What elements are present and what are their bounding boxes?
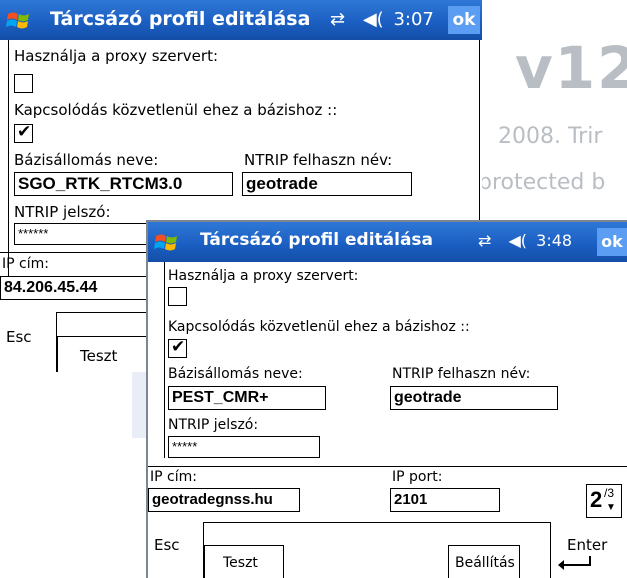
back-ntrip-user-field[interactable]: geotrade — [242, 172, 412, 196]
front-station-label: Bázisállomás neve: — [168, 366, 303, 382]
front-ntrip-user-field[interactable]: geotrade — [390, 386, 558, 410]
back-status-area: ⇄ ◀( 3:07 — [330, 9, 434, 30]
front-page-total: /3 — [604, 486, 615, 500]
front-title-bar: Tárcsázó profil editálása ⇄ ◀( 3:48 ok — [148, 222, 627, 262]
enter-arrow-icon — [557, 555, 591, 578]
back-direct-checkbox[interactable]: ✔ — [14, 122, 33, 143]
front-ip-field[interactable]: geotradegnss.hu — [148, 488, 300, 512]
front-ntrip-user-label: NTRIP felhaszn név: — [392, 366, 531, 382]
front-direct-checkbox[interactable]: ✔ — [168, 337, 187, 358]
back-ntrip-pass-field[interactable]: ****** — [14, 223, 154, 245]
back-ntrip-user-label: NTRIP felhaszn név: — [244, 151, 393, 169]
back-esc-tab[interactable]: Esc — [0, 312, 57, 372]
front-page-current: 2 — [590, 487, 603, 512]
back-direct-label: Kapcsolódás közvetlenül ehez a bázishoz … — [14, 101, 338, 119]
windows-flag-icon[interactable] — [154, 230, 180, 261]
front-status-area: ⇄ ◀( 3:48 — [478, 231, 572, 250]
back-ip-field[interactable]: 84.206.45.44 — [0, 276, 150, 300]
back-window-title: Tárcsázó profil editálása — [50, 8, 311, 30]
front-ok-button[interactable]: ok — [597, 228, 627, 256]
check-icon: ✔ — [17, 122, 32, 141]
back-title-bar: Tárcsázó profil editálása ⇄ ◀( 3:07 ok — [0, 0, 482, 40]
front-settings-button[interactable]: Beállítás — [448, 545, 520, 578]
front-ip-label: IP cím: — [150, 469, 197, 485]
front-port-field[interactable]: 2101 — [390, 488, 500, 512]
front-esc-label: Esc — [154, 536, 180, 554]
front-ntrip-pass-field[interactable]: ***** — [168, 436, 320, 458]
back-test-label: Teszt — [80, 347, 118, 365]
background-copyright-text: 2008. Trir — [498, 124, 603, 149]
front-test-label: Teszt — [223, 555, 258, 571]
check-icon: ✔ — [171, 337, 186, 356]
speaker-icon[interactable]: ◀( — [363, 9, 384, 30]
back-esc-label: Esc — [6, 328, 32, 346]
speaker-icon[interactable]: ◀( — [509, 231, 528, 250]
background-version-text: v12 — [515, 34, 627, 102]
front-direct-label: Kapcsolódás közvetlenül ehez a bázishoz … — [168, 319, 470, 335]
front-page-indicator[interactable]: 2 /3 ▼ — [586, 484, 622, 518]
front-proxy-checkbox[interactable] — [168, 287, 187, 306]
front-window: Tárcsázó profil editálása ⇄ ◀( 3:48 ok H… — [146, 220, 627, 578]
back-ok-button[interactable]: ok — [448, 6, 480, 34]
connectivity-icon[interactable]: ⇄ — [478, 231, 491, 250]
back-station-label: Bázisállomás neve: — [14, 151, 159, 169]
front-station-field[interactable]: PEST_CMR+ — [168, 386, 326, 410]
back-clock[interactable]: 3:07 — [393, 9, 433, 30]
front-esc-tab[interactable]: Esc — [148, 522, 204, 578]
back-test-button[interactable]: Teszt — [57, 336, 149, 372]
back-ip-separator — [0, 252, 150, 253]
back-proxy-checkbox[interactable] — [14, 74, 33, 93]
front-window-title: Tárcsázó profil editálása — [200, 230, 434, 250]
front-ntrip-pass-label: NTRIP jelszó: — [168, 417, 259, 433]
front-enter-tab[interactable]: Enter — [550, 522, 627, 578]
background-protected-text: protected b — [478, 170, 606, 195]
front-port-label: IP port: — [392, 469, 443, 485]
front-clock[interactable]: 3:48 — [536, 231, 572, 250]
back-ntrip-pass-label: NTRIP jelszó: — [14, 203, 111, 221]
back-proxy-label: Használja a proxy szervert: — [14, 47, 219, 65]
front-proxy-label: Használja a proxy szervert: — [168, 268, 359, 284]
back-ip-label: IP cím: — [2, 256, 49, 272]
front-settings-label: Beállítás — [455, 555, 515, 571]
back-station-field[interactable]: SGO_RTK_RTCM3.0 — [14, 172, 233, 196]
front-test-button[interactable]: Teszt — [204, 545, 284, 578]
connectivity-icon[interactable]: ⇄ — [330, 9, 345, 30]
front-ip-separator — [148, 466, 627, 467]
down-arrow-icon: ▼ — [606, 502, 616, 513]
windows-flag-icon[interactable] — [6, 8, 32, 39]
front-enter-label: Enter — [567, 536, 608, 554]
